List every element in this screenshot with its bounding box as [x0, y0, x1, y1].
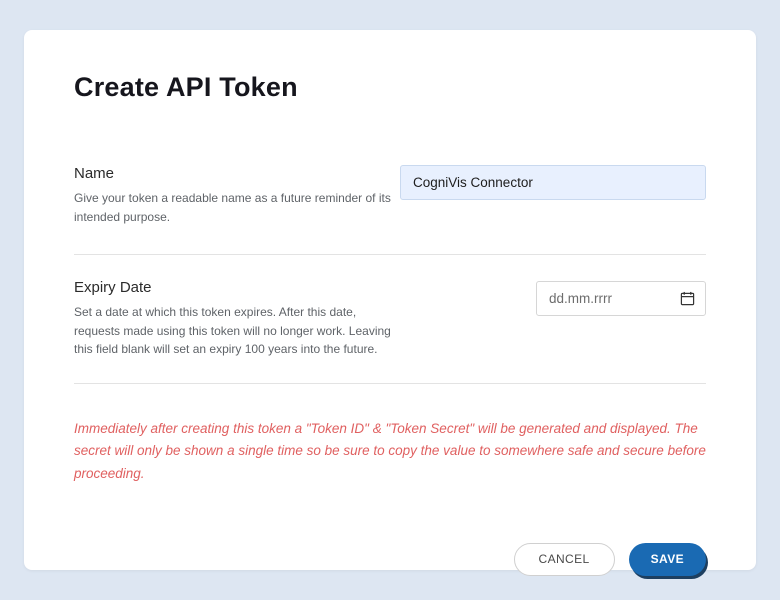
expiry-field-description: Set a date at which this token expires. …	[74, 303, 394, 359]
expiry-date-input[interactable]: dd.mm.rrrr	[536, 281, 706, 316]
save-button[interactable]: SAVE	[629, 543, 706, 576]
calendar-icon[interactable]	[680, 291, 695, 306]
dialog-actions: CANCEL SAVE	[74, 543, 706, 576]
name-field-label: Name	[74, 165, 394, 182]
token-name-input[interactable]	[400, 165, 706, 200]
cancel-button[interactable]: CANCEL	[514, 543, 615, 576]
create-api-token-dialog: Create API Token Name Give your token a …	[24, 30, 756, 570]
name-field-info: Name Give your token a readable name as …	[74, 165, 394, 226]
expiry-field-label: Expiry Date	[74, 279, 394, 296]
name-field-description: Give your token a readable name as a fut…	[74, 189, 394, 226]
divider	[74, 383, 706, 384]
expiry-field-info: Expiry Date Set a date at which this tok…	[74, 279, 394, 359]
expiry-date-placeholder: dd.mm.rrrr	[549, 291, 612, 306]
name-field-row: Name Give your token a readable name as …	[74, 165, 706, 226]
expiry-field-row: Expiry Date Set a date at which this tok…	[74, 279, 706, 359]
page-title: Create API Token	[74, 72, 706, 103]
divider	[74, 254, 706, 255]
token-secret-notice: Immediately after creating this token a …	[74, 418, 706, 485]
